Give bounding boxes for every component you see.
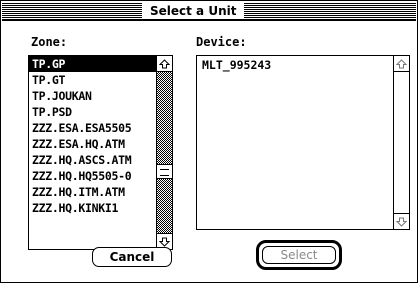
device-list[interactable]: MLT_995243	[196, 55, 410, 230]
zone-item[interactable]: TP.JOUKAN	[29, 88, 156, 104]
up-arrow-icon[interactable]	[157, 56, 172, 72]
device-scrollbar[interactable]	[393, 56, 409, 229]
zone-item[interactable]: ZZZ.ESA.ESA5505	[29, 120, 156, 136]
device-items: MLT_995243	[197, 56, 393, 74]
title-bar[interactable]: Select a Unit	[2, 2, 416, 21]
zone-items: TP.GP TP.GT TP.JOUKAN TP.PSD ZZZ.ESA.ESA…	[29, 56, 156, 216]
select-button[interactable]: Select	[262, 246, 336, 264]
down-arrow-icon[interactable]	[394, 213, 409, 229]
cancel-button[interactable]: Cancel	[92, 247, 172, 267]
dialog-title: Select a Unit	[142, 3, 245, 19]
select-unit-dialog: Select a Unit Zone: Device: TP.GP TP.GT …	[0, 0, 418, 283]
select-button-default-ring: Select	[256, 240, 342, 270]
zone-item[interactable]: TP.GP	[29, 56, 156, 72]
zone-item[interactable]: ZZZ.HQ.HQ5505-0	[29, 168, 156, 184]
device-item[interactable]: MLT_995243	[197, 56, 393, 74]
zone-item[interactable]: TP.PSD	[29, 104, 156, 120]
zone-item[interactable]: TP.GT	[29, 72, 156, 88]
zone-item[interactable]: ZZZ.HQ.ITM.ATM	[29, 184, 156, 200]
zone-item[interactable]: ZZZ.HQ.ASCS.ATM	[29, 152, 156, 168]
up-arrow-icon[interactable]	[394, 56, 409, 72]
zone-list[interactable]: TP.GP TP.GT TP.JOUKAN TP.PSD ZZZ.ESA.ESA…	[28, 55, 173, 250]
zone-scrollbar[interactable]	[156, 56, 172, 249]
zone-item[interactable]: ZZZ.ESA.HQ.ATM	[29, 136, 156, 152]
device-label: Device:	[196, 35, 247, 49]
zone-scroll-thumb[interactable]	[157, 164, 172, 179]
zone-label: Zone:	[31, 35, 68, 49]
zone-item[interactable]: ZZZ.HQ.KINKI1	[29, 200, 156, 216]
